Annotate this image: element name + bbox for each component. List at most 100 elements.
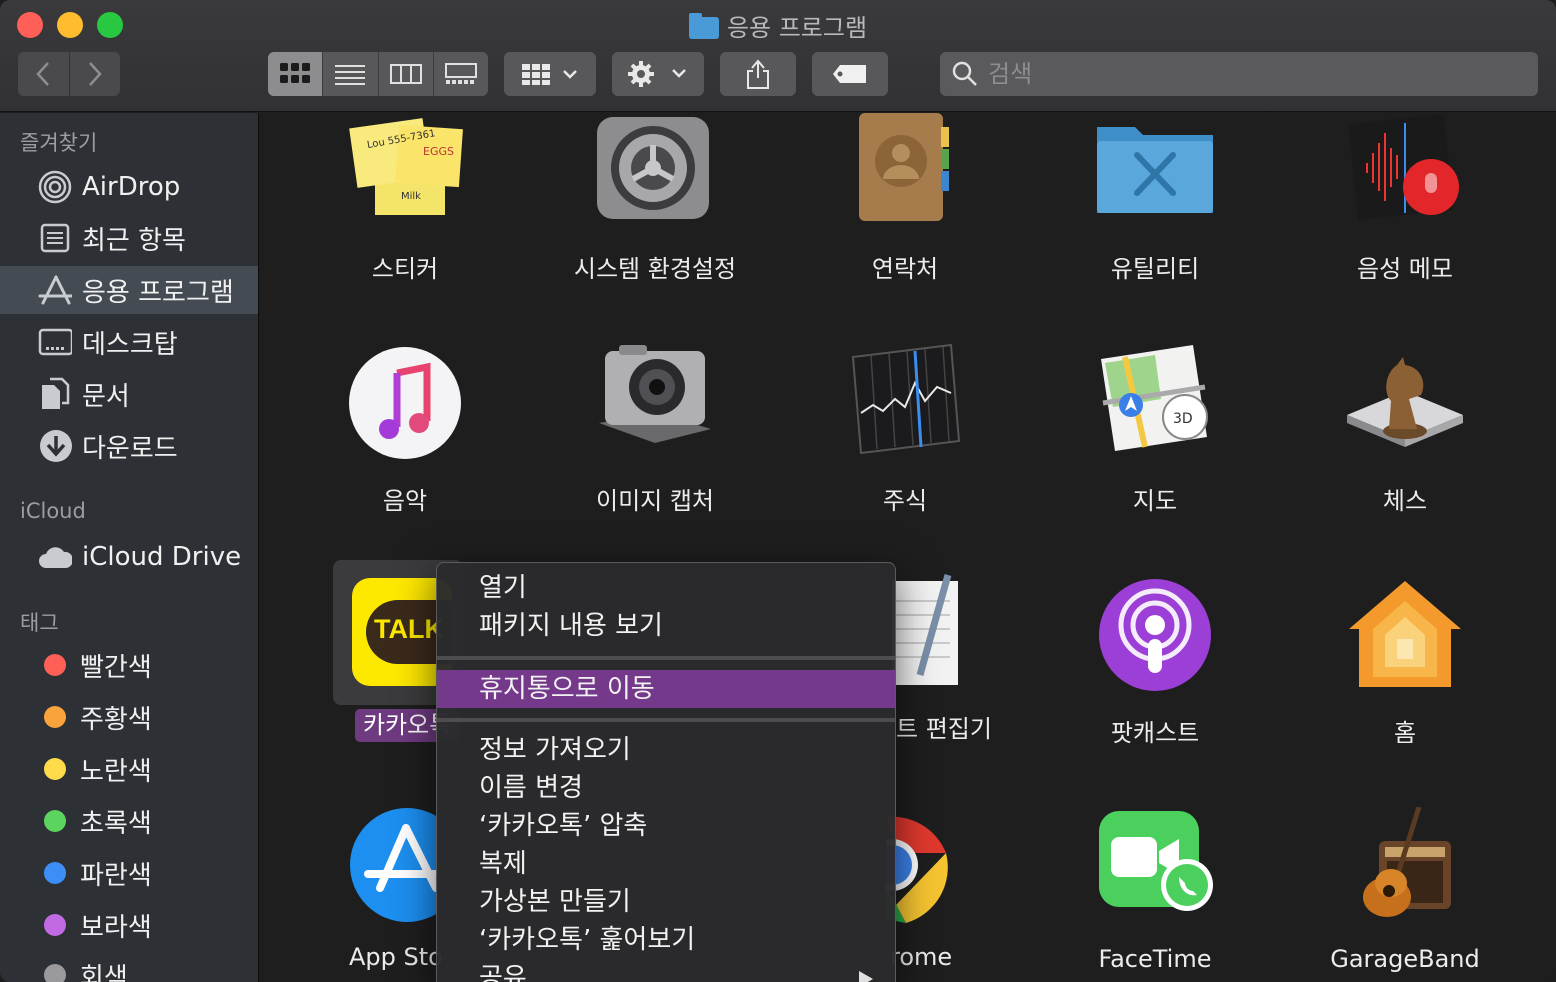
- sidebar-item-label: iCloud Drive: [82, 542, 242, 572]
- list-view-button[interactable]: [323, 52, 379, 96]
- podcasts-icon: [1095, 575, 1215, 695]
- tag-color-dot: [44, 914, 66, 936]
- sidebar-item-desktop[interactable]: 데스크탑: [0, 318, 258, 366]
- menu-item-show-package-contents[interactable]: 패키지 내용 보기: [437, 607, 895, 645]
- sidebar-item-icloud-drive[interactable]: iCloud Drive: [0, 533, 258, 581]
- window-title: 응용 프로그램: [0, 8, 1556, 43]
- app-item-stickies[interactable]: Lou 555-7361 EGGS Milk 스티커: [280, 113, 530, 284]
- app-label-app-store: App Sto: [349, 943, 443, 971]
- sidebar-item-label: 최근 항목: [82, 225, 186, 256]
- menu-item-duplicate[interactable]: 복제: [437, 845, 895, 883]
- app-label: GarageBand: [1330, 945, 1480, 973]
- sidebar-tag-red[interactable]: 빨간색: [0, 641, 258, 689]
- gallery-view-button[interactable]: [434, 52, 488, 96]
- tag-color-dot: [44, 654, 66, 676]
- sidebar-tag-yellow[interactable]: 노란색: [0, 745, 258, 793]
- applications-icon: [38, 273, 72, 307]
- sticky-note-text: EGGS: [423, 145, 454, 158]
- action-button[interactable]: [612, 52, 704, 96]
- app-item-voice-memos[interactable]: 음성 메모: [1280, 113, 1530, 284]
- app-item-podcasts[interactable]: 팟캐스트: [1030, 575, 1280, 748]
- favorites-header: 즐겨찾기: [20, 131, 98, 155]
- list-view-icon: [335, 65, 366, 85]
- menu-item-move-to-trash[interactable]: 휴지통으로 이동: [437, 670, 895, 708]
- menu-item-quick-look[interactable]: ‘카카오톡’ 훑어보기: [437, 921, 895, 959]
- app-label-textedit: 트 편집기: [896, 715, 992, 743]
- menu-item-get-info[interactable]: 정보 가져오기: [437, 731, 895, 769]
- sidebar-item-label: 주황색: [80, 704, 152, 735]
- system-preferences-icon: [595, 113, 715, 233]
- gear-icon: [628, 61, 686, 87]
- sidebar-item-downloads[interactable]: 다운로드: [0, 422, 258, 470]
- app-item-facetime[interactable]: FaceTime: [1030, 807, 1280, 973]
- image-capture-icon: [595, 343, 715, 463]
- app-store-icon[interactable]: [350, 808, 436, 922]
- maps-icon: 3D: [1095, 343, 1215, 463]
- column-view-icon: [389, 64, 422, 84]
- facetime-icon: [1095, 807, 1215, 927]
- sidebar-tag-gray[interactable]: 회색: [0, 951, 258, 982]
- app-label: 연락처: [871, 255, 939, 283]
- app-label: 체스: [1382, 487, 1428, 515]
- sidebar-item-applications[interactable]: 응용 프로그램: [0, 266, 258, 314]
- app-item-contacts[interactable]: 연락처: [780, 113, 1030, 284]
- app-label: 팟캐스트: [1110, 719, 1200, 747]
- app-label: 주식: [882, 487, 928, 515]
- back-button[interactable]: [18, 52, 70, 96]
- sidebar-item-label: AirDrop: [82, 172, 181, 202]
- app-item-garageband[interactable]: GarageBand: [1280, 806, 1530, 973]
- chess-icon: [1345, 343, 1465, 463]
- sidebar-tag-green[interactable]: 초록색: [0, 797, 258, 845]
- menu-item-open[interactable]: 열기: [437, 569, 895, 607]
- sidebar-item-recents[interactable]: 최근 항목: [0, 214, 258, 262]
- forward-button[interactable]: [70, 52, 121, 96]
- search-input[interactable]: [988, 60, 1528, 88]
- music-icon: [345, 343, 465, 463]
- menu-item-compress[interactable]: ‘카카오톡’ 압축: [437, 807, 895, 845]
- share-icon: [747, 59, 769, 89]
- group-button[interactable]: [504, 52, 596, 96]
- app-label: 음악: [382, 487, 428, 515]
- tag-color-dot: [44, 758, 66, 780]
- app-item-music[interactable]: 음악: [280, 343, 530, 516]
- app-label: 음성 메모: [1357, 255, 1453, 283]
- desktop-icon: [38, 325, 72, 359]
- menu-item-share[interactable]: 공유: [437, 959, 895, 982]
- icon-view-button[interactable]: [268, 52, 324, 96]
- group-icon: [522, 64, 577, 85]
- app-item-maps[interactable]: 3D 지도: [1030, 343, 1280, 516]
- sidebar-item-label: 응용 프로그램: [82, 277, 234, 308]
- share-button[interactable]: [720, 52, 796, 96]
- sidebar-tag-blue[interactable]: 파란색: [0, 849, 258, 897]
- sidebar-item-label: 보라색: [80, 912, 152, 943]
- sidebar-item-documents[interactable]: 문서: [0, 370, 258, 418]
- tag-button[interactable]: [812, 52, 888, 96]
- app-item-utilities[interactable]: 유틸리티: [1030, 113, 1280, 284]
- recents-icon: [38, 221, 72, 255]
- app-label: 지도: [1132, 487, 1178, 515]
- app-item-stocks[interactable]: 주식: [780, 343, 1030, 516]
- app-label: FaceTime: [1098, 945, 1212, 973]
- sidebar-item-label: 문서: [82, 381, 130, 412]
- documents-icon: [38, 377, 72, 411]
- sidebar-item-label: 초록색: [80, 808, 152, 839]
- folder-icon: [688, 13, 719, 39]
- sidebar-item-airdrop[interactable]: AirDrop: [0, 163, 258, 211]
- menu-item-rename[interactable]: 이름 변경: [437, 769, 895, 807]
- app-label-chrome: rome: [890, 943, 953, 971]
- voice-memos-icon: [1345, 113, 1465, 233]
- sidebar-tag-orange[interactable]: 주황색: [0, 693, 258, 741]
- app-item-home[interactable]: 홈: [1280, 575, 1530, 748]
- app-item-chess[interactable]: 체스: [1280, 343, 1530, 516]
- sidebar-tag-purple[interactable]: 보라색: [0, 901, 258, 949]
- app-item-image-capture[interactable]: 이미지 캡처: [530, 343, 780, 516]
- app-item-system-preferences[interactable]: 시스템 환경설정: [530, 113, 780, 284]
- view-mode-group: [268, 52, 488, 96]
- column-view-button[interactable]: [379, 52, 434, 96]
- tag-color-dot: [44, 810, 66, 832]
- finder-window: 응용 프로그램 검색 즐겨찾기 AirDrop 최근 항목 응용 프로그램 데스…: [0, 0, 1556, 982]
- menu-item-make-alias[interactable]: 가상본 만들기: [437, 883, 895, 921]
- search-icon: [952, 61, 977, 86]
- search-field[interactable]: [940, 52, 1538, 96]
- window-title-text: 응용 프로그램: [726, 14, 868, 42]
